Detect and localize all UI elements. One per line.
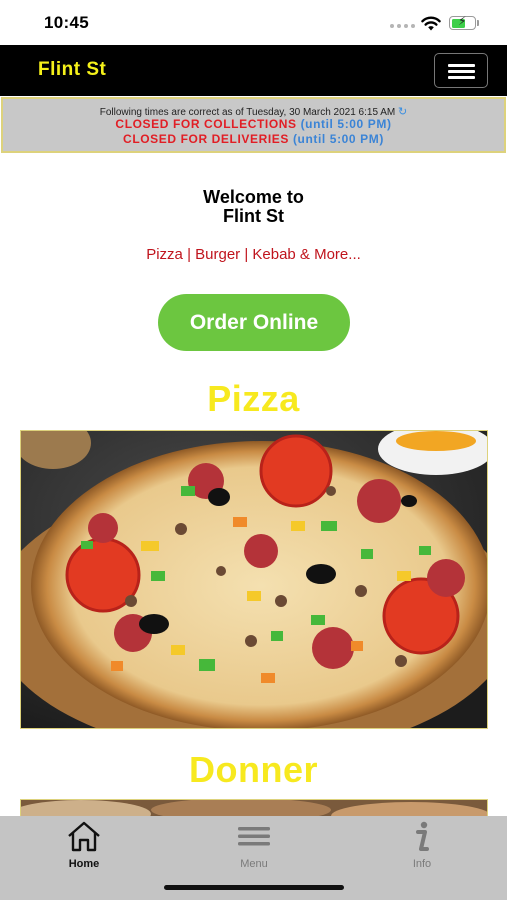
tab-info[interactable]: Info <box>372 820 472 870</box>
battery-cap <box>477 20 479 26</box>
deliveries-status-text: CLOSED FOR DELIVERIES <box>123 132 289 146</box>
wifi-icon <box>421 16 441 31</box>
tab-home[interactable]: Home <box>34 820 134 870</box>
status-time: 10:45 <box>44 13 89 32</box>
welcome-heading: Welcome to Flint St <box>0 188 507 226</box>
menu-icon <box>238 827 270 846</box>
deliveries-status: CLOSED FOR DELIVERIES (until 5:00 PM) <box>3 132 504 146</box>
home-indicator[interactable] <box>164 885 344 890</box>
welcome-line-2: Flint St <box>223 206 284 226</box>
tab-menu[interactable]: Menu <box>204 820 304 870</box>
collections-open-time: (until 5:00 PM) <box>300 117 392 131</box>
deliveries-open-time: (until 5:00 PM) <box>292 132 384 146</box>
battery-icon: ⚡ <box>449 14 476 30</box>
hamburger-menu-button[interactable] <box>434 53 488 88</box>
tab-home-label: Home <box>68 858 100 870</box>
tab-menu-label: Menu <box>240 858 268 870</box>
welcome-line-1: Welcome to <box>203 187 304 207</box>
order-online-button[interactable]: Order Online <box>158 294 350 351</box>
pizza-image[interactable] <box>20 430 488 729</box>
collections-status: CLOSED FOR COLLECTIONS (until 5:00 PM) <box>3 117 504 131</box>
opening-times-notice: Following times are correct as of Tuesda… <box>1 97 506 153</box>
info-icon <box>416 821 429 851</box>
collections-status-text: CLOSED FOR COLLECTIONS <box>115 117 297 131</box>
section-title-donner: Donner <box>189 749 318 790</box>
status-bar: 10:45 ⚡ <box>0 0 507 45</box>
tab-info-label: Info <box>412 858 432 870</box>
home-icon <box>68 821 100 852</box>
section-title-pizza: Pizza <box>207 378 300 419</box>
cellular-signal-icon <box>390 24 415 28</box>
tagline: Pizza | Burger | Kebab & More... <box>146 246 361 263</box>
navbar: Flint St <box>0 45 507 96</box>
brand-title[interactable]: Flint St <box>38 59 106 81</box>
pizza-illustration <box>21 431 487 728</box>
